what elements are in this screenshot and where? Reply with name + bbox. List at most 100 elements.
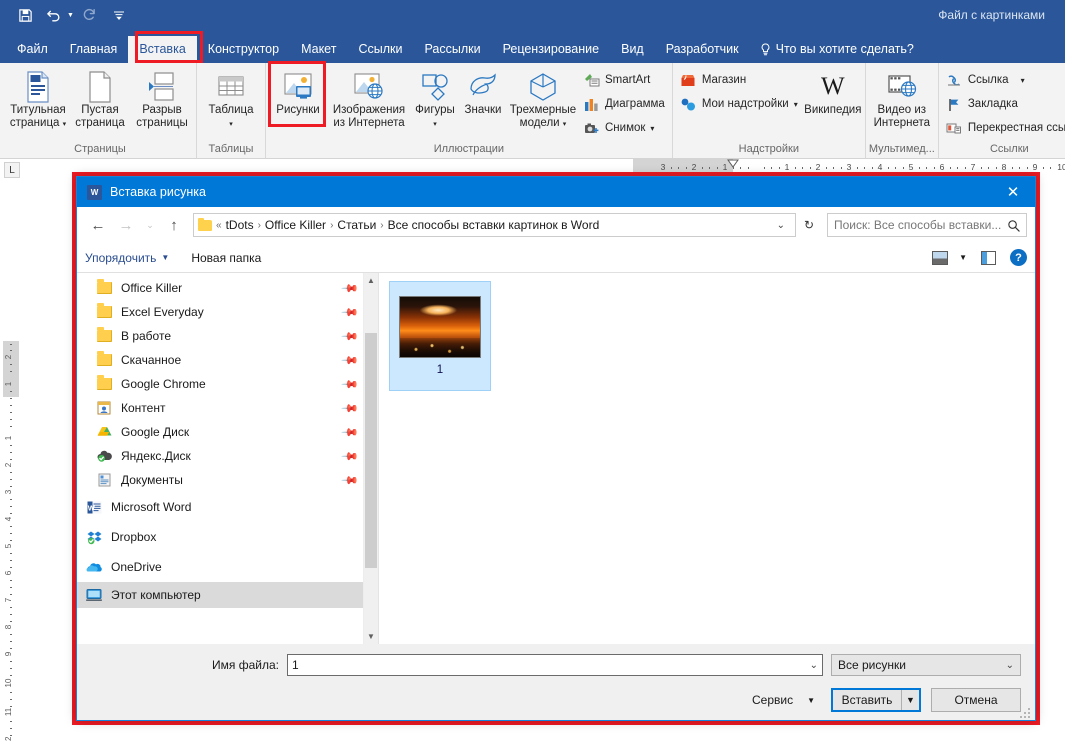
smartart-button[interactable]: SmartArt	[579, 69, 669, 91]
refresh-icon[interactable]: ↻	[798, 213, 820, 237]
pin-icon[interactable]: 📌	[341, 399, 360, 417]
change-view-button[interactable]: ▼	[932, 250, 967, 265]
pin-icon[interactable]: 📌	[341, 351, 360, 369]
new-folder-button[interactable]: Новая папка	[191, 251, 261, 265]
scroll-down-icon[interactable]: ▼	[364, 629, 378, 644]
nav-item-dokumenty[interactable]: Документы 📌	[77, 468, 363, 492]
chevron-down-icon[interactable]: ⌄	[810, 660, 818, 671]
screenshot-dropdown-icon[interactable]: ▾	[650, 124, 654, 133]
page-break-button[interactable]: Разрыв страницы	[131, 67, 193, 129]
file-item[interactable]: 1	[389, 281, 491, 391]
nav-item-excel-everyday[interactable]: Excel Everyday 📌	[77, 300, 363, 324]
nav-item-microsoft-word[interactable]: W Microsoft Word	[77, 492, 363, 522]
shapes-button[interactable]: Фигуры ▾	[411, 67, 459, 131]
online-video-button[interactable]: Видео из Интернета	[869, 67, 935, 129]
nav-item-skachannoe[interactable]: Скачанное 📌	[77, 348, 363, 372]
breadcrumb-item-2[interactable]: Статьи	[337, 218, 376, 232]
ribbon: Титульная страница ▾ Пустая страница Разры…	[0, 61, 1065, 159]
tab-review[interactable]: Рецензирование	[492, 36, 611, 63]
nav-item-google-drive[interactable]: Google Диск 📌	[77, 420, 363, 444]
scrollbar-thumb[interactable]	[365, 333, 377, 568]
forward-button[interactable]: →	[113, 212, 139, 238]
vertical-ruler[interactable]: 2 1 1 2 3 4 5 6 7 8 9 10 11 12 13 14 15	[0, 159, 22, 741]
tab-insert[interactable]: Вставка	[128, 36, 197, 63]
file-type-filter[interactable]: Все рисунки ⌄	[831, 654, 1021, 676]
nav-item-kontent[interactable]: Контент 📌	[77, 396, 363, 420]
address-bar[interactable]: « tDots › Office Killer › Статьи › Все с…	[193, 213, 796, 237]
recent-locations-button[interactable]: ⌄	[141, 212, 159, 238]
pin-icon[interactable]: 📌	[341, 471, 360, 489]
pictures-button[interactable]: Рисунки	[269, 67, 327, 117]
save-icon[interactable]	[12, 4, 38, 26]
close-icon[interactable]: ✕	[991, 177, 1035, 207]
tab-home[interactable]: Главная	[59, 36, 129, 63]
cancel-button[interactable]: Отмена	[931, 688, 1021, 712]
back-button[interactable]: ←	[85, 212, 111, 238]
tab-design[interactable]: Конструктор	[197, 36, 290, 63]
up-button[interactable]: ↑	[161, 212, 187, 238]
nav-item-v-rabote[interactable]: В работе 📌	[77, 324, 363, 348]
blank-page-button[interactable]: Пустая страница	[69, 67, 131, 129]
wikipedia-button[interactable]: W Википедия	[804, 67, 862, 117]
link-button[interactable]: Ссылка ▾	[942, 69, 1065, 91]
nav-item-office-killer[interactable]: Office Killer 📌	[77, 276, 363, 300]
screenshot-button[interactable]: Снимок ▾	[579, 117, 669, 139]
nav-item-this-pc[interactable]: Этот компьютер	[77, 582, 363, 608]
table-button[interactable]: Таблица ▾	[200, 67, 262, 131]
nav-item-dropbox[interactable]: Dropbox	[77, 522, 363, 552]
tab-mailings[interactable]: Рассылки	[413, 36, 491, 63]
nav-item-google-chrome[interactable]: Google Chrome 📌	[77, 372, 363, 396]
redo-icon[interactable]	[77, 4, 103, 26]
insert-button[interactable]: Вставить ▼	[831, 688, 921, 712]
tools-button[interactable]: Сервис ▼	[752, 693, 821, 707]
preview-pane-icon[interactable]	[981, 250, 996, 265]
3d-models-button[interactable]: Трехмерные модели ▾	[507, 67, 579, 131]
tab-layout[interactable]: Макет	[290, 36, 347, 63]
undo-dropdown-icon[interactable]: ▼	[67, 12, 74, 19]
link-icon	[946, 72, 963, 89]
pin-icon[interactable]: 📌	[341, 303, 360, 321]
nav-item-label: Excel Everyday	[121, 305, 204, 319]
undo-icon[interactable]	[41, 4, 67, 26]
chevron-down-icon[interactable]: ⌄	[771, 220, 791, 231]
my-addins-button[interactable]: Мои надстройки ▾	[676, 93, 804, 115]
nav-item-onedrive[interactable]: OneDrive	[77, 552, 363, 582]
tab-view[interactable]: Вид	[610, 36, 655, 63]
store-button[interactable]: Магазин	[676, 69, 804, 91]
scroll-up-icon[interactable]: ▲	[364, 273, 378, 288]
breadcrumb-item-3[interactable]: Все способы вставки картинок в Word	[388, 218, 600, 232]
customize-qat-icon[interactable]	[106, 4, 132, 26]
search-input[interactable]: Поиск: Все способы вставки...	[827, 213, 1027, 237]
chevron-down-icon[interactable]: ⌄	[1006, 660, 1014, 671]
icons-button[interactable]: Значки	[459, 67, 507, 117]
tab-developer[interactable]: Разработчик	[655, 36, 750, 63]
file-list-pane[interactable]: 1	[379, 273, 1035, 644]
tab-stop-selector[interactable]: L	[4, 162, 20, 178]
chart-button[interactable]: Диаграмма	[579, 93, 669, 115]
breadcrumb-item-0[interactable]: tDots	[226, 218, 254, 232]
organize-button[interactable]: Упорядочить ▼	[85, 251, 169, 265]
tab-references[interactable]: Ссылки	[347, 36, 413, 63]
pin-icon[interactable]: 📌	[341, 375, 360, 393]
cross-reference-button[interactable]: Перекрестная ссыл	[942, 117, 1065, 139]
online-pictures-button[interactable]: Изображения из Интернета	[327, 67, 411, 129]
tell-me-box[interactable]: Что вы хотите сделать?	[750, 36, 924, 63]
resize-grip[interactable]	[1020, 706, 1032, 718]
pin-icon[interactable]: 📌	[341, 327, 360, 345]
help-icon[interactable]: ?	[1010, 249, 1027, 266]
filename-input[interactable]: 1 ⌄	[287, 654, 823, 676]
pin-icon[interactable]: 📌	[341, 447, 360, 465]
my-addins-dropdown-icon[interactable]: ▾	[794, 100, 798, 109]
bookmark-button[interactable]: Закладка	[942, 93, 1065, 115]
cover-page-button[interactable]: Титульная страница ▾	[7, 67, 69, 131]
link-dropdown-icon[interactable]: ▾	[1021, 76, 1025, 85]
pin-icon[interactable]: 📌	[341, 279, 360, 297]
vertical-ruler-svg: 2 1 1 2 3 4 5 6 7 8 9 10 11 12 13 14 15	[3, 341, 19, 741]
pin-icon[interactable]: 📌	[341, 423, 360, 441]
svg-text:2: 2	[692, 162, 697, 172]
nav-item-yandex-disk[interactable]: Яндекс.Диск 📌	[77, 444, 363, 468]
breadcrumb-item-1[interactable]: Office Killer	[265, 218, 326, 232]
tab-file[interactable]: Файл	[6, 36, 59, 63]
nav-pane-scrollbar[interactable]: ▲ ▼	[363, 273, 378, 644]
insert-dropdown-icon[interactable]: ▼	[901, 690, 919, 710]
